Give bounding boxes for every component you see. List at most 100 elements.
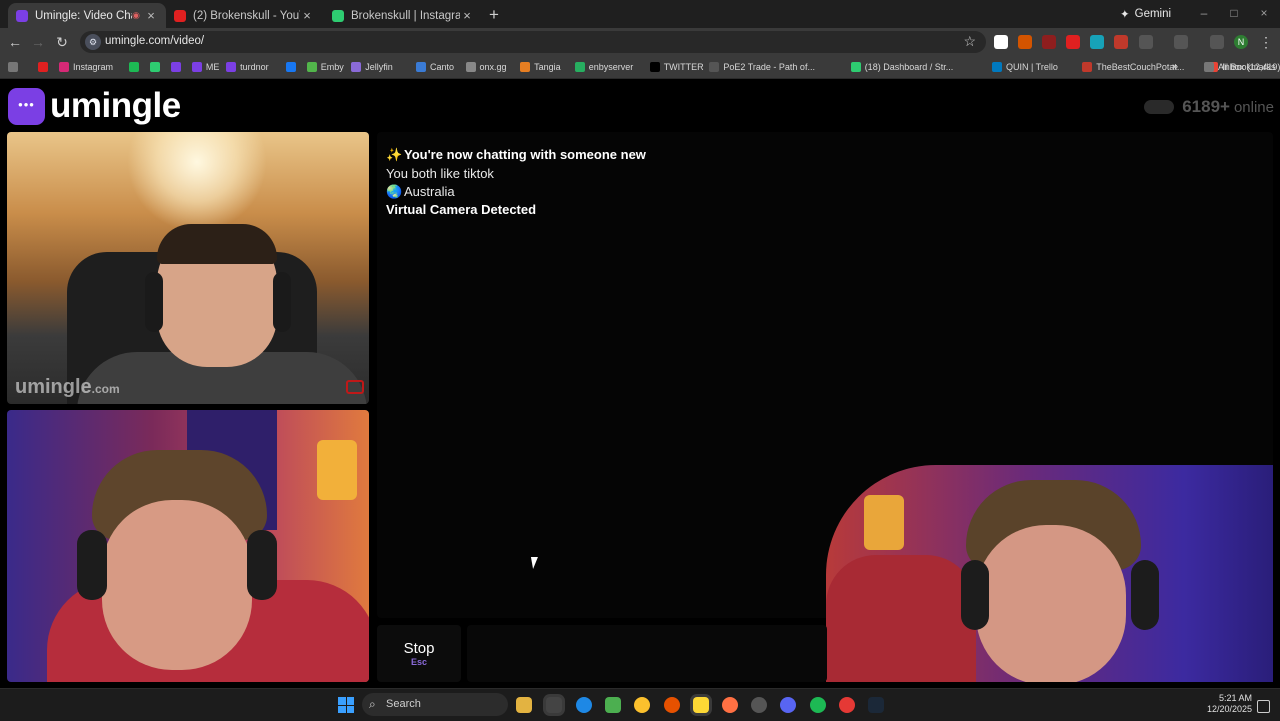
search-icon: ⌕: [369, 697, 376, 711]
bookmark-item[interactable]: [38, 60, 52, 74]
bookmark-favicon-icon: [38, 62, 48, 72]
media-player-icon[interactable]: [605, 697, 621, 713]
media-control-icon[interactable]: [1210, 35, 1224, 49]
sticky-notes-icon[interactable]: [693, 697, 709, 713]
extension-youtube-icon[interactable]: [1066, 35, 1080, 49]
headphone-right: [273, 272, 291, 332]
bookmark-item[interactable]: [170, 60, 185, 74]
watermark-suffix: .com: [91, 382, 120, 396]
extension-icon[interactable]: [1018, 35, 1032, 49]
bookmark-item[interactable]: turdnor: [226, 60, 269, 74]
extensions-puzzle-icon[interactable]: [1139, 35, 1153, 49]
side-panel-icon[interactable]: [1174, 35, 1188, 49]
extension-icon[interactable]: [1114, 35, 1128, 49]
url-text[interactable]: umingle.com/video/: [105, 35, 204, 47]
obs-icon[interactable]: [546, 697, 562, 713]
bookmark-item[interactable]: [149, 60, 164, 74]
reload-icon[interactable]: ↻: [54, 34, 70, 50]
bookmark-item[interactable]: (18) Dashboard / Str...: [850, 60, 953, 74]
close-tab-icon[interactable]: ×: [144, 8, 158, 23]
app-icon[interactable]: [751, 697, 767, 713]
address-bar[interactable]: ⚙ umingle.com/video/ ☆: [80, 31, 986, 53]
theme-toggle[interactable]: [1144, 100, 1175, 114]
firefox-icon[interactable]: [722, 697, 738, 713]
bookmark-star-icon[interactable]: ☆: [963, 33, 976, 50]
extension-icon[interactable]: [1090, 35, 1104, 49]
brand-name: umingle: [50, 86, 181, 125]
more-bookmarks-icon[interactable]: »: [1172, 60, 1178, 74]
apps-grid-icon[interactable]: [8, 60, 22, 74]
bookmark-item[interactable]: Instagram: [59, 60, 113, 74]
stranger-video: umingle.com: [7, 132, 369, 404]
bookmark-item[interactable]: onx.gg: [465, 60, 507, 74]
bookmark-favicon-icon: [520, 62, 531, 72]
bookmark-label: PoE2 Trade - Path of...: [723, 62, 815, 72]
bookmark-favicon-icon: [149, 62, 160, 72]
site-info-icon[interactable]: ⚙: [85, 34, 101, 50]
bookmark-item[interactable]: Emby: [306, 60, 344, 74]
bookmark-item[interactable]: [128, 60, 143, 74]
bookmark-item[interactable]: PoE2 Trade - Path of...: [709, 60, 815, 74]
bookmark-favicon-icon: [850, 62, 861, 72]
close-window-icon[interactable]: ×: [1257, 6, 1271, 20]
light-glow: [127, 132, 267, 232]
steam-icon[interactable]: [868, 697, 884, 713]
extension-k-icon[interactable]: [994, 35, 1008, 49]
bookmark-favicon-icon: [128, 62, 139, 72]
chrome-icon[interactable]: [634, 697, 650, 713]
minimize-icon[interactable]: –: [1197, 6, 1211, 20]
chat-message-input[interactable]: [467, 625, 827, 682]
bookmark-favicon-icon: [285, 62, 296, 72]
file-explorer-icon[interactable]: [516, 697, 532, 713]
tab-title: (2) Brokenskull - YouTube: [193, 9, 300, 22]
tab-youtube[interactable]: (2) Brokenskull - YouTube ×: [166, 3, 322, 28]
profile-avatar[interactable]: N: [1234, 35, 1248, 49]
headphone-left: [145, 272, 163, 332]
bookmark-item[interactable]: enbyserver: [574, 60, 633, 74]
bookmark-item[interactable]: ME: [191, 60, 220, 74]
menu-kebab-icon[interactable]: ⋮: [1258, 34, 1274, 50]
taskbar-search[interactable]: ⌕ Search: [362, 693, 508, 716]
windows-start-icon[interactable]: [338, 697, 354, 713]
bookmark-favicon-icon: [306, 62, 317, 72]
bookmark-label: ME: [205, 62, 220, 72]
bookmarks-bar: Instagram ME turdnor Emby Jellyfin Canto onx.g…: [0, 56, 1280, 79]
tab-umingle[interactable]: Umingle: Video Chat with S ◉ ×: [8, 3, 166, 28]
new-tab-button[interactable]: +: [485, 5, 503, 25]
all-bookmarks[interactable]: All Bookmarks: [1204, 60, 1276, 74]
bookmark-favicon-icon: [992, 62, 1002, 72]
notification-icon[interactable]: [1257, 700, 1270, 713]
stop-button[interactable]: Stop Esc: [377, 625, 461, 682]
umingle-logo[interactable]: umingle: [8, 86, 181, 126]
forward-icon[interactable]: →: [30, 34, 46, 50]
app-icon[interactable]: [664, 697, 680, 713]
tab-title: Brokenskull | Instagram, TikTok: [351, 9, 460, 22]
bookmark-item[interactable]: TWITTER: [649, 60, 704, 74]
spotify-icon[interactable]: [810, 697, 826, 713]
clock-time: 5:21 AM: [1218, 693, 1252, 703]
edge-icon[interactable]: [576, 697, 592, 713]
system-clock[interactable]: 5:21 AM 12/20/2025: [1207, 693, 1252, 715]
gemini-button[interactable]: ✦ Gemini: [1120, 6, 1171, 22]
tab-instagram-tiktok[interactable]: Brokenskull | Instagram, TikTok ×: [324, 3, 482, 28]
headphone-left: [961, 560, 989, 630]
discord-icon[interactable]: [780, 697, 796, 713]
headphone-right: [247, 530, 277, 600]
back-icon[interactable]: ←: [7, 34, 23, 50]
bookmark-item[interactable]: Tangia: [520, 60, 561, 74]
bookmark-item[interactable]: Jellyfin: [351, 60, 393, 74]
app-icon[interactable]: [839, 697, 855, 713]
person-hair: [157, 224, 277, 264]
bookmark-item[interactable]: TheBestCouchPotat...: [1082, 60, 1184, 74]
close-tab-icon[interactable]: ×: [460, 8, 474, 23]
extension-icon[interactable]: [1042, 35, 1056, 49]
bookmark-label: TWITTER: [663, 62, 704, 72]
bookmark-item[interactable]: [285, 60, 300, 74]
bookmark-item[interactable]: QUIN | Trello: [992, 60, 1058, 74]
bookmark-label: Instagram: [73, 62, 114, 72]
close-tab-icon[interactable]: ×: [300, 8, 314, 23]
maximize-icon[interactable]: □: [1227, 6, 1241, 20]
bookmark-item[interactable]: Canto: [416, 60, 454, 74]
bookmark-label: QUIN | Trello: [1006, 62, 1058, 72]
report-flag-icon[interactable]: [346, 380, 364, 394]
